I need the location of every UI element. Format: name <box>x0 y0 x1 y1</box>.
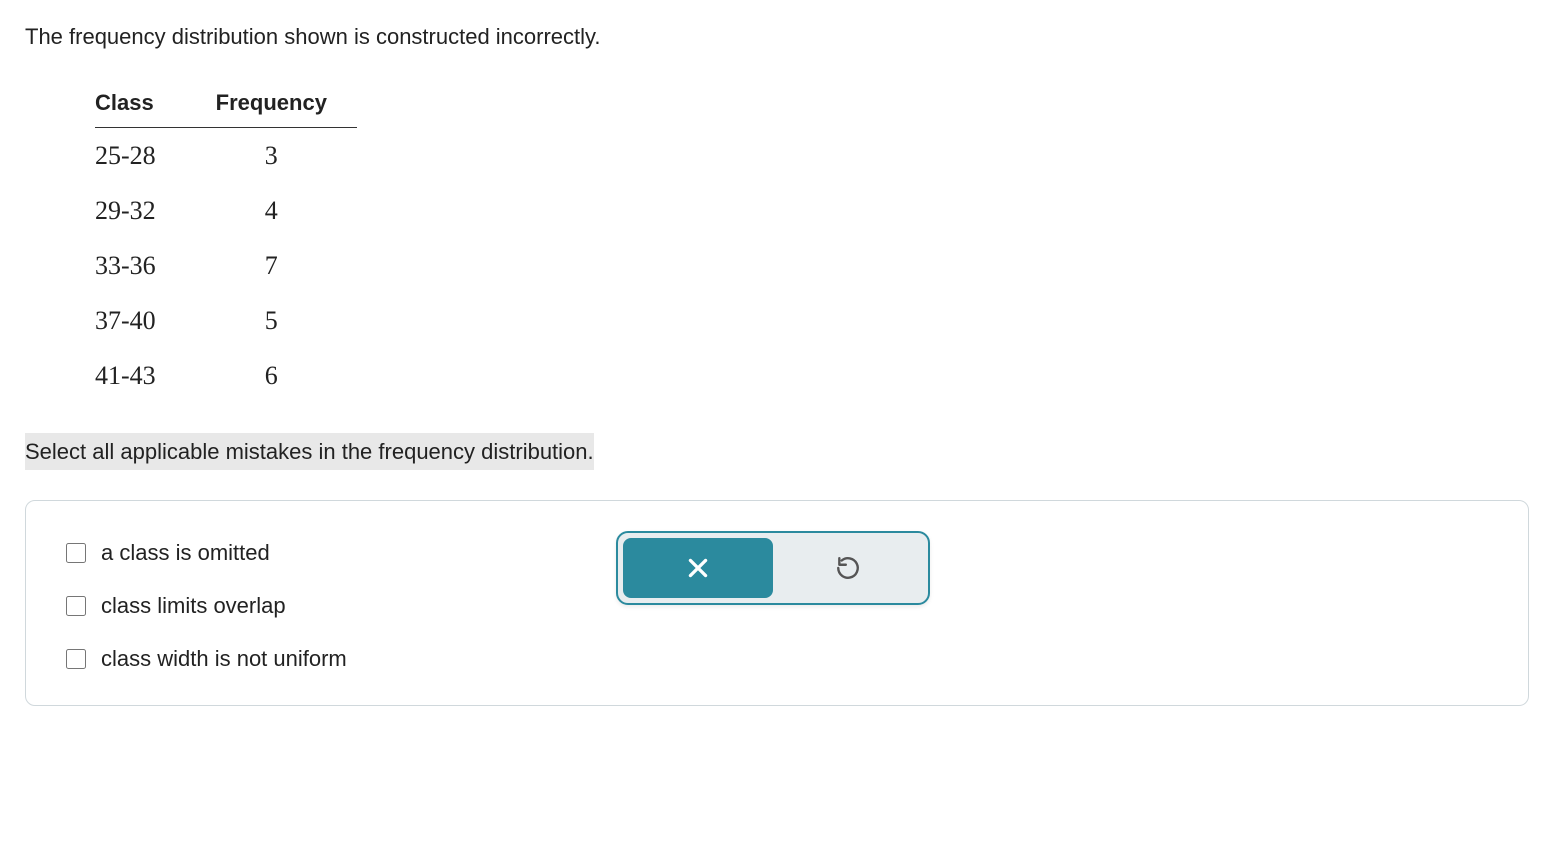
table-row: 33-36 7 <box>95 238 357 293</box>
answer-box: a class is omitted class limits overlap … <box>25 500 1529 706</box>
checkbox-input[interactable] <box>66 596 86 616</box>
table-header-frequency: Frequency <box>186 78 357 128</box>
x-icon <box>685 555 711 581</box>
feedback-widget <box>616 531 930 605</box>
incorrect-button[interactable] <box>623 538 773 598</box>
table-row: 37-40 5 <box>95 293 357 348</box>
cell-class: 25-28 <box>95 128 186 184</box>
instruction-text: Select all applicable mistakes in the fr… <box>25 433 594 470</box>
cell-freq: 5 <box>186 293 357 348</box>
question-text: The frequency distribution shown is cons… <box>25 20 1529 53</box>
cell-freq: 6 <box>186 348 357 403</box>
undo-icon <box>835 555 861 581</box>
cell-freq: 4 <box>186 183 357 238</box>
table-header-class: Class <box>95 78 186 128</box>
checkbox-label[interactable]: class limits overlap <box>101 589 286 622</box>
cell-class: 33-36 <box>95 238 186 293</box>
cell-class: 29-32 <box>95 183 186 238</box>
undo-button[interactable] <box>773 538 923 598</box>
frequency-table: Class Frequency 25-28 3 29-32 4 33-36 7 … <box>95 78 357 403</box>
checkbox-input[interactable] <box>66 649 86 669</box>
checkbox-input[interactable] <box>66 543 86 563</box>
table-row: 41-43 6 <box>95 348 357 403</box>
cell-freq: 3 <box>186 128 357 184</box>
cell-class: 37-40 <box>95 293 186 348</box>
option-class-width-not-uniform[interactable]: class width is not uniform <box>66 642 1488 675</box>
cell-class: 41-43 <box>95 348 186 403</box>
checkbox-label[interactable]: class width is not uniform <box>101 642 347 675</box>
table-row: 25-28 3 <box>95 128 357 184</box>
cell-freq: 7 <box>186 238 357 293</box>
checkbox-label[interactable]: a class is omitted <box>101 536 270 569</box>
table-row: 29-32 4 <box>95 183 357 238</box>
